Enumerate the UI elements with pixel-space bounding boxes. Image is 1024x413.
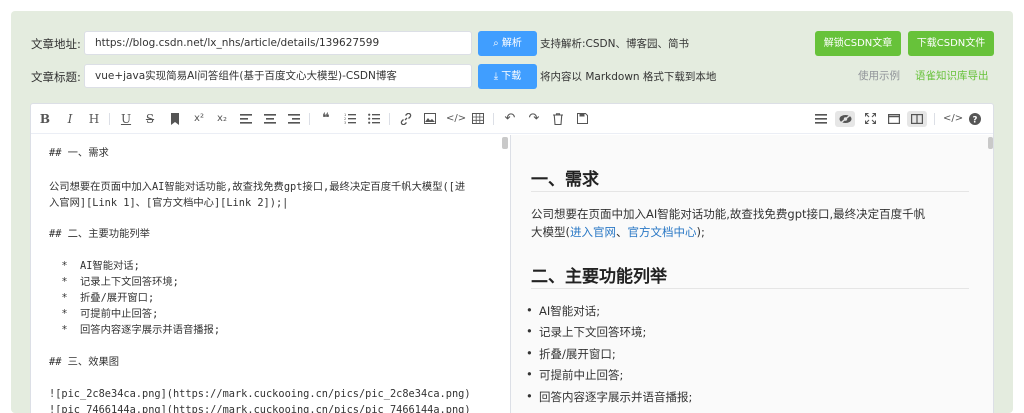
editor-toolbar: B I H U S x² x₂ ❝ 123 </> ↶ ↷ </> ? bbox=[31, 104, 993, 134]
align-left-icon[interactable] bbox=[238, 111, 254, 127]
subscript-icon[interactable]: x₂ bbox=[214, 111, 230, 127]
parse-csdn-button[interactable]: 解锁CSDN文章 bbox=[815, 31, 901, 56]
bold-icon[interactable]: B bbox=[37, 111, 53, 127]
title-input[interactable]: vue+java实现简易AI问答组件(基于百度文心大模型)-CSDN博客 bbox=[84, 64, 472, 88]
title-label: 文章标题: bbox=[31, 70, 81, 84]
code-line: * 可提前中止回答; bbox=[49, 308, 159, 320]
usage-example-link[interactable]: 使用示例 bbox=[858, 68, 900, 83]
markdown-editor: B I H U S x² x₂ ❝ 123 </> ↶ ↷ </> ? ## 一… bbox=[30, 103, 994, 413]
download-csdn-button[interactable]: 下载CSDN文件 bbox=[908, 31, 994, 56]
link-icon[interactable] bbox=[398, 111, 414, 127]
quote-icon[interactable]: ❝ bbox=[318, 111, 334, 127]
code-line: 公司想要在页面中加入AI智能对话功能,故查找免费gpt接口,最终决定百度千帆大模… bbox=[49, 181, 466, 193]
code-line: * AI智能对话; bbox=[49, 260, 140, 272]
svg-text:?: ? bbox=[973, 115, 978, 125]
source-scrollbar[interactable] bbox=[502, 137, 508, 149]
bookmark-icon[interactable] bbox=[167, 111, 183, 127]
markdown-source-pane[interactable]: ## 一、需求 公司想要在页面中加入AI智能对话功能,故查找免费gpt接口,最终… bbox=[31, 135, 510, 413]
parse-button[interactable]: ⌕ 解析 bbox=[478, 31, 537, 56]
code-icon[interactable]: </> bbox=[446, 111, 466, 127]
code-line: ![pic_7466144a.png](https://mark.cuckooi… bbox=[49, 404, 471, 413]
toolbar-divider bbox=[493, 113, 494, 125]
align-right-icon[interactable] bbox=[286, 111, 302, 127]
list-item: 折叠/展开窗口; bbox=[526, 346, 616, 362]
code-line: ## 一、需求 bbox=[49, 147, 109, 159]
read-mode-icon[interactable] bbox=[886, 111, 902, 127]
strikethrough-icon[interactable]: S bbox=[142, 111, 158, 127]
italic-icon[interactable]: I bbox=[62, 111, 78, 127]
toolbar-divider bbox=[109, 113, 110, 125]
fullscreen-icon[interactable] bbox=[862, 111, 878, 127]
yuque-export-link[interactable]: 语雀知识库导出 bbox=[915, 68, 989, 83]
toolbar-divider bbox=[309, 113, 310, 125]
html-code-icon[interactable]: </> bbox=[943, 111, 963, 127]
split-view-icon[interactable] bbox=[907, 111, 927, 127]
download-button[interactable]: ⤓ 下载 bbox=[478, 64, 537, 89]
ordered-list-icon[interactable]: 123 bbox=[342, 111, 358, 127]
preview-heading: 二、主要功能列举 bbox=[531, 267, 667, 287]
list-item: 可提前中止回答; bbox=[526, 367, 623, 383]
heading-rule bbox=[531, 288, 969, 289]
markdown-preview-pane: 一、需求 公司想要在页面中加入AI智能对话功能,故查找免费gpt接口,最终决定百… bbox=[511, 135, 993, 413]
table-icon[interactable] bbox=[470, 111, 486, 127]
docs-center-link[interactable]: 官方文档中心 bbox=[628, 225, 697, 239]
code-line: ![pic_2c8e34ca.png](https://mark.cuckooi… bbox=[49, 388, 471, 400]
code-line: 入官网][Link 1]、[官方文档中心][Link 2]);| bbox=[49, 197, 289, 209]
superscript-icon[interactable]: x² bbox=[191, 111, 207, 127]
svg-text:3: 3 bbox=[344, 121, 346, 124]
code-line: ## 二、主要功能列举 bbox=[49, 228, 150, 240]
help-icon[interactable]: ? bbox=[967, 111, 983, 127]
preview-heading: 一、需求 bbox=[531, 170, 599, 190]
toolbar-divider bbox=[934, 113, 935, 125]
undo-icon[interactable]: ↶ bbox=[502, 111, 518, 127]
code-line: * 回答内容逐字展示并语音播报; bbox=[49, 324, 221, 336]
navigation-icon[interactable] bbox=[813, 111, 829, 127]
support-note: 支持解析:CSDN、博客园、简书 bbox=[540, 38, 689, 50]
converter-panel: 文章地址: https://blog.csdn.net/lx_nhs/artic… bbox=[11, 11, 1013, 413]
list-item: 记录上下文回答环境; bbox=[526, 324, 646, 340]
heading-rule bbox=[531, 191, 969, 192]
image-icon[interactable] bbox=[422, 111, 438, 127]
heading-icon[interactable]: H bbox=[86, 111, 102, 127]
save-icon[interactable] bbox=[574, 111, 590, 127]
url-row: 文章地址: https://blog.csdn.net/lx_nhs/artic… bbox=[11, 31, 1013, 57]
trash-icon[interactable] bbox=[550, 111, 566, 127]
official-site-link[interactable]: 进入官网 bbox=[570, 225, 616, 239]
url-label: 文章地址: bbox=[31, 37, 81, 51]
code-line: * 折叠/展开窗口; bbox=[49, 292, 155, 304]
list-item: 回答内容逐字展示并语音播报; bbox=[526, 389, 692, 405]
underline-icon[interactable]: U bbox=[118, 111, 134, 127]
preview-scrollbar[interactable] bbox=[988, 137, 993, 149]
download-note: 将内容以 Markdown 格式下载到本地 bbox=[540, 71, 717, 83]
unordered-list-icon[interactable] bbox=[366, 111, 382, 127]
align-center-icon[interactable] bbox=[262, 111, 278, 127]
list-item: AI智能对话; bbox=[526, 303, 600, 319]
toolbar-divider bbox=[389, 113, 390, 125]
preview-icon[interactable] bbox=[835, 111, 855, 127]
code-line: ## 三、效果图 bbox=[49, 356, 120, 368]
url-input[interactable]: https://blog.csdn.net/lx_nhs/article/det… bbox=[84, 31, 472, 55]
code-line: * 记录上下文回答环境; bbox=[49, 276, 179, 288]
preview-paragraph: 公司想要在页面中加入AI智能对话功能,故查找免费gpt接口,最终决定百度千帆 大模… bbox=[531, 207, 926, 239]
redo-icon[interactable]: ↷ bbox=[526, 111, 542, 127]
title-row: 文章标题: vue+java实现简易AI问答组件(基于百度文心大模型)-CSDN… bbox=[11, 64, 1013, 90]
